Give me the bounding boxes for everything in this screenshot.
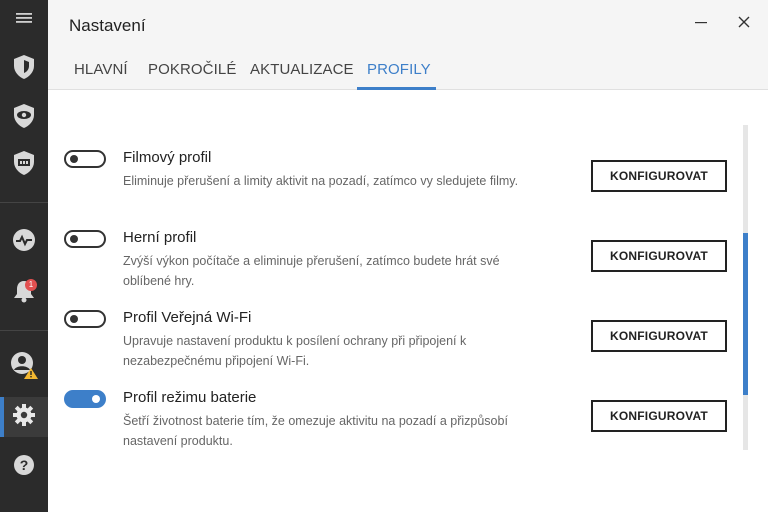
- tv-shield-icon: [12, 150, 36, 181]
- toggle-knob: [70, 315, 78, 323]
- active-tab-indicator: [357, 87, 436, 90]
- eye-shield-icon: [12, 103, 36, 134]
- sidebar-divider: [0, 202, 48, 203]
- notification-badge: 1: [25, 279, 37, 291]
- battery-profile-toggle[interactable]: [64, 390, 106, 408]
- configure-game-profile-button[interactable]: KONFIGUROVAT: [591, 240, 727, 272]
- sidebar-item-help[interactable]: ?: [0, 447, 48, 487]
- profile-title: Filmový profil: [123, 149, 212, 166]
- game-profile-toggle[interactable]: [64, 230, 106, 248]
- profile-row-movie: Filmový profil Eliminuje přerušení a lim…: [48, 140, 768, 220]
- sidebar: 1 ?: [0, 0, 48, 512]
- help-icon: ?: [13, 454, 35, 481]
- tab-advanced[interactable]: POKROČILÉ: [148, 61, 236, 78]
- configure-public-wifi-profile-button[interactable]: KONFIGUROVAT: [591, 320, 727, 352]
- minimize-button[interactable]: [691, 14, 711, 34]
- sidebar-item-privacy[interactable]: [0, 98, 48, 138]
- tab-updates[interactable]: AKTUALIZACE: [250, 61, 354, 78]
- profile-description: Upravuje nastavení produktu k posílení o…: [123, 334, 467, 368]
- tab-bar: HLAVNÍ POKROČILÉ AKTUALIZACE PROFILY: [48, 48, 768, 90]
- profile-row-public-wifi: Profil Veřejná Wi-Fi Upravuje nastavení …: [48, 300, 768, 380]
- profile-description: Eliminuje přerušení a limity aktivit na …: [123, 174, 519, 188]
- sidebar-divider: [0, 330, 48, 331]
- activity-pulse-icon: [12, 228, 36, 257]
- movie-profile-toggle[interactable]: [64, 150, 106, 168]
- toggle-knob: [92, 395, 100, 403]
- shield-icon: [12, 54, 36, 85]
- close-icon: [738, 15, 750, 33]
- title-bar: Nastavení: [48, 0, 768, 48]
- toggle-knob: [70, 155, 78, 163]
- scrollbar-thumb[interactable]: [743, 233, 748, 395]
- sidebar-item-notifications[interactable]: 1: [0, 273, 48, 313]
- sidebar-item-protection[interactable]: [0, 49, 48, 89]
- minimize-icon: [695, 15, 707, 33]
- toggle-knob: [70, 235, 78, 243]
- gear-icon: [12, 403, 36, 432]
- tab-main[interactable]: HLAVNÍ: [74, 61, 128, 78]
- sidebar-item-activity[interactable]: [0, 222, 48, 262]
- profile-description: Šetří životnost baterie tím, že omezuje …: [123, 414, 508, 448]
- profile-title: Herní profil: [123, 229, 197, 246]
- profile-row-battery: Profil režimu baterie Šetří životnost ba…: [48, 380, 768, 460]
- profile-title: Profil režimu baterie: [123, 389, 257, 406]
- profile-title: Profil Veřejná Wi-Fi: [123, 309, 252, 326]
- profile-row-game: Herní profil Zvýší výkon počítače a elim…: [48, 220, 768, 300]
- configure-movie-profile-button[interactable]: KONFIGUROVAT: [591, 160, 727, 192]
- sidebar-item-account[interactable]: [0, 347, 48, 387]
- settings-window: Nastavení HLAVNÍ POKROČILÉ AKTUALIZACE P…: [48, 0, 768, 512]
- account-warning-icon: [9, 350, 39, 385]
- menu-button[interactable]: [0, 0, 48, 40]
- profile-description: Zvýší výkon počítače a eliminuje přeruše…: [123, 254, 500, 288]
- close-button[interactable]: [734, 14, 754, 34]
- sidebar-item-tv-protection[interactable]: [0, 145, 48, 185]
- sidebar-item-settings[interactable]: [0, 397, 48, 437]
- public-wifi-profile-toggle[interactable]: [64, 310, 106, 328]
- window-title: Nastavení: [69, 16, 146, 35]
- hamburger-menu-icon: [16, 11, 32, 30]
- configure-battery-profile-button[interactable]: KONFIGUROVAT: [591, 400, 727, 432]
- svg-text:?: ?: [20, 457, 29, 473]
- tab-profiles[interactable]: PROFILY: [367, 61, 431, 78]
